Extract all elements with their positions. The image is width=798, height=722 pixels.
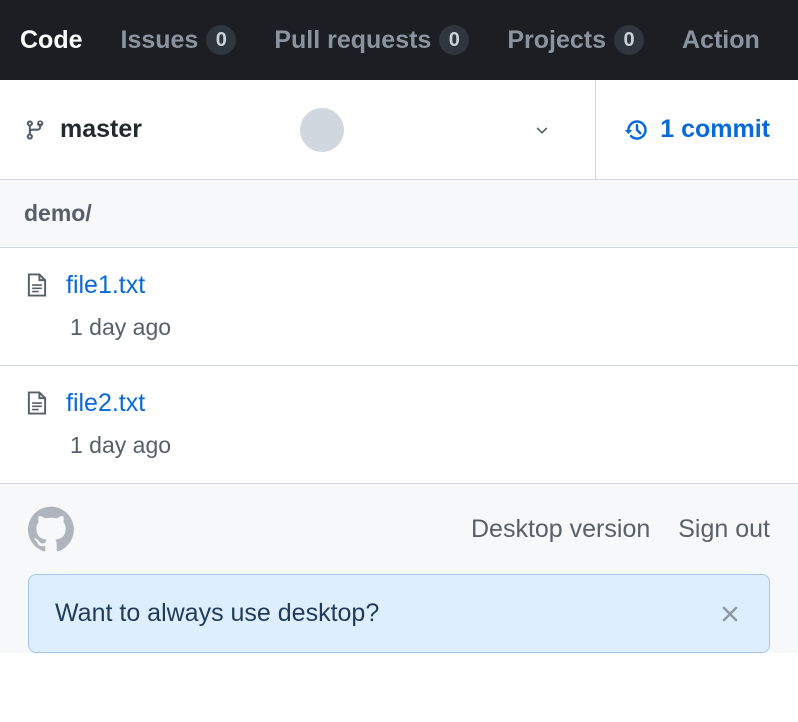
count-badge: 0 xyxy=(439,25,469,55)
count-badge: 0 xyxy=(206,25,236,55)
file-icon xyxy=(24,270,50,300)
github-icon xyxy=(28,506,74,552)
commits-label: 1 commit xyxy=(660,115,770,144)
file-timestamp: 1 day ago xyxy=(70,314,774,341)
author-avatar xyxy=(300,108,344,152)
file-link[interactable]: file2.txt xyxy=(66,389,145,418)
path-breadcrumb: demo/ xyxy=(0,180,798,248)
desktop-prompt-banner: Want to always use desktop? xyxy=(28,574,770,653)
commits-link[interactable]: 1 commit xyxy=(595,80,798,179)
tab-code[interactable]: Code xyxy=(20,26,83,55)
close-icon[interactable] xyxy=(717,601,743,627)
tab-label: Issues xyxy=(121,26,199,55)
desktop-version-link[interactable]: Desktop version xyxy=(471,515,650,544)
branch-name: master xyxy=(60,115,142,144)
file-row: file1.txt 1 day ago xyxy=(0,248,798,366)
file-icon xyxy=(24,388,50,418)
sign-out-link[interactable]: Sign out xyxy=(678,515,770,544)
tab-projects[interactable]: Projects 0 xyxy=(507,25,644,55)
git-branch-icon xyxy=(24,117,46,143)
page-footer: Desktop version Sign out Want to always … xyxy=(0,484,798,653)
banner-message: Want to always use desktop? xyxy=(55,599,717,628)
file-timestamp: 1 day ago xyxy=(70,432,774,459)
tab-label: Code xyxy=(20,26,83,55)
tab-actions[interactable]: Action xyxy=(682,26,760,55)
history-icon xyxy=(624,117,650,143)
tab-pull-requests[interactable]: Pull requests 0 xyxy=(274,25,469,55)
chevron-down-icon xyxy=(531,119,553,141)
tab-label: Pull requests xyxy=(274,26,431,55)
tab-label: Projects xyxy=(507,26,606,55)
branch-selector[interactable]: master xyxy=(0,80,595,179)
tab-label: Action xyxy=(682,26,760,55)
file-row: file2.txt 1 day ago xyxy=(0,366,798,484)
tab-issues[interactable]: Issues 0 xyxy=(121,25,237,55)
count-badge: 0 xyxy=(614,25,644,55)
file-list: file1.txt 1 day ago file2.txt 1 day ago xyxy=(0,248,798,484)
repo-tabs: Code Issues 0 Pull requests 0 Projects 0… xyxy=(0,0,798,80)
branch-bar: master 1 commit xyxy=(0,80,798,180)
file-link[interactable]: file1.txt xyxy=(66,271,145,300)
